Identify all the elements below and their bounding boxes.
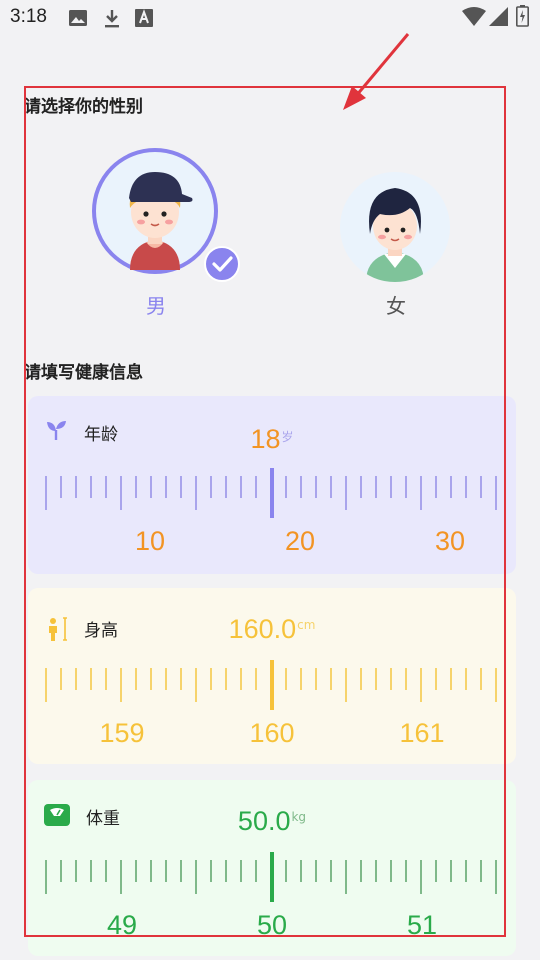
height-unit: cm <box>297 618 316 632</box>
gender-section-title: 请选择你的性别 <box>24 97 143 117</box>
height-tick-label: 161 <box>399 718 445 748</box>
status-bar: 3:18 <box>0 0 540 38</box>
main-content: 请选择你的性别 男 女 请填写健康信息 年龄 18岁 10 20 30 身高 1… <box>24 86 516 956</box>
male-label: 男 <box>146 294 166 318</box>
gender-option-female[interactable]: 女 <box>338 170 458 320</box>
height-value-display: 160.0cm <box>28 614 516 645</box>
height-card: 身高 160.0cm 159 160 161 <box>28 588 516 764</box>
image-icon <box>68 8 88 32</box>
battery-icon <box>516 5 529 31</box>
wifi-icon <box>462 7 486 31</box>
font-icon <box>134 8 154 32</box>
download-icon <box>102 8 122 34</box>
age-tick-label: 10 <box>134 526 166 556</box>
age-card: 年龄 18岁 10 20 30 <box>28 396 516 574</box>
height-tick-label: 160 <box>249 718 295 748</box>
height-tick-label: 159 <box>99 718 145 748</box>
age-unit: 岁 <box>281 430 294 444</box>
selected-check-icon <box>204 246 240 286</box>
age-value: 18 <box>250 424 281 454</box>
weight-unit: kg <box>291 810 307 824</box>
male-avatar <box>92 148 218 274</box>
weight-tick-label: 51 <box>406 910 438 940</box>
age-tick-label: 30 <box>434 526 466 556</box>
health-section-title: 请填写健康信息 <box>24 363 143 383</box>
female-avatar <box>340 172 450 282</box>
female-label: 女 <box>386 294 406 318</box>
weight-card: 体重 50.0kg 49 50 51 <box>28 780 516 956</box>
status-time: 3:18 <box>10 6 47 27</box>
weight-tick-label: 49 <box>106 910 138 940</box>
gender-option-male[interactable]: 男 <box>90 146 240 318</box>
weight-value-display: 50.0kg <box>28 806 516 837</box>
signal-icon <box>489 7 509 31</box>
height-value: 160.0 <box>228 614 297 644</box>
weight-tick-label: 50 <box>256 910 288 940</box>
height-ruler[interactable] <box>44 656 500 712</box>
age-tick-label: 20 <box>284 526 316 556</box>
age-value-display: 18岁 <box>28 424 516 455</box>
weight-ruler[interactable] <box>44 848 500 904</box>
weight-value: 50.0 <box>237 806 291 836</box>
age-ruler[interactable] <box>44 464 500 520</box>
